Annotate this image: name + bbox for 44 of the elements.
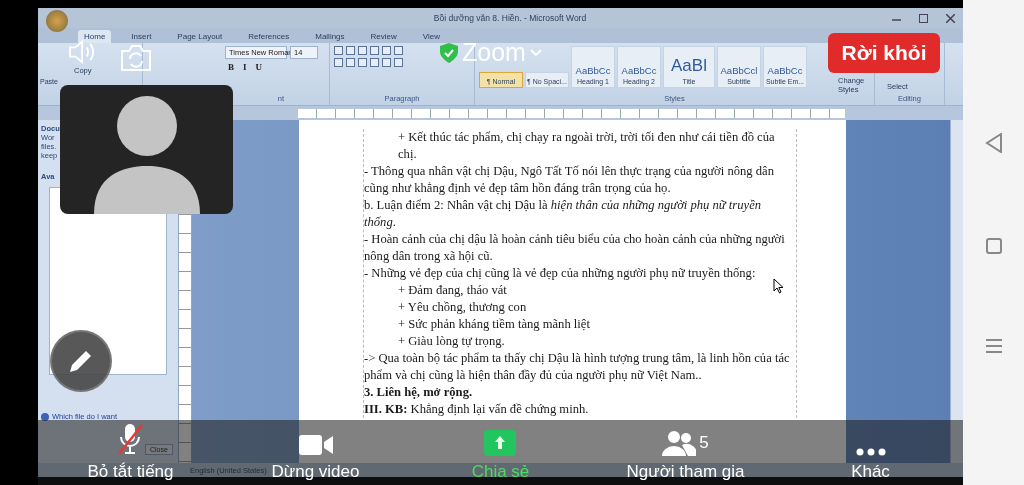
document-paragraph: - Hoàn cảnh của chị dậu là hoàn cảnh tiêu biểu của cho hoàn cảnh của những người nông dân trong xã hội cũ.	[364, 231, 786, 265]
format-button[interactable]: B	[225, 62, 237, 72]
mouse-pointer-icon	[773, 278, 784, 294]
switch-camera-icon[interactable]	[120, 44, 152, 72]
leave-button[interactable]: Rời khỏi	[828, 33, 940, 73]
ribbon-tab[interactable]: Home	[78, 30, 112, 43]
pencil-icon	[68, 348, 94, 374]
more-dots-icon	[855, 448, 886, 456]
document-paragraph: - Những vẻ đẹp của chị cũng là vẻ đẹp của những người phụ nữ truyền thống:	[364, 265, 756, 282]
office-button[interactable]	[46, 10, 68, 32]
avatar-silhouette-icon	[91, 96, 202, 214]
ribbon-tab[interactable]: Page Layout	[171, 30, 229, 43]
document-paragraph: + Kết thúc tác phẩm, chị chạy ra ngoài trời, trời tối đen như cái tiền đồ của chị.	[397, 129, 776, 163]
document-paragraph: - Thông qua nhân vật chị Dậu, Ngô Tất Tố nói lên thực trạng của người nông dân cũng như khẳng định vẻ đẹp tâm hồn đáng trân trọng của họ.	[364, 163, 775, 197]
ribbon-tab[interactable]: Review	[364, 30, 403, 43]
document-paragraph: + Yêu chồng, thương con	[397, 299, 527, 316]
shield-check-icon	[440, 42, 458, 63]
document-paragraph: + Sức phản kháng tiềm tàng mãnh liệt	[397, 316, 590, 333]
ribbon-tab[interactable]: Insert	[125, 30, 158, 43]
help-icon	[41, 412, 49, 421]
document-paragraph: III. KB: Khẳng định lại vấn đề chứng minh.	[364, 401, 589, 418]
document-paragraph: 3. Liên hệ, mở rộng.	[364, 384, 473, 401]
participant-count: 5	[699, 433, 709, 453]
participants-icon	[662, 430, 697, 456]
document-paragraph: + Đảm đang, tháo vát	[397, 282, 507, 299]
toolbar-button[interactable]: Khác	[851, 448, 890, 485]
document-paragraph: b. Luận điểm 2: Nhân vật chị Dậu là hiện thân của những người phụ nữ truyền thống.	[364, 197, 763, 231]
close-icon[interactable]	[946, 13, 955, 23]
maximize-icon[interactable]	[919, 13, 928, 23]
format-button[interactable]: I	[240, 62, 250, 72]
window-title: Bồi dưỡng văn 8. Hiền. - Microsoft Word	[432, 13, 588, 23]
vertical-scrollbar[interactable]	[950, 120, 963, 463]
document-paragraph: -> Qua toàn bộ tác phẩm ta thấy chị Dậu là hình tượng trung tâm, là linh hồn của tác phẩm và chị cũng là hiện thân đầy đủ của người phụ nữ Việt Nam..	[364, 350, 791, 384]
home-square-icon[interactable]	[985, 237, 1002, 254]
document-paragraph: + Giàu lòng tự trọng.	[397, 333, 505, 350]
toolbar-button[interactable]: Dừng video	[271, 434, 360, 485]
share-screen-icon	[484, 430, 517, 456]
ribbon-tab[interactable]: Mailings	[309, 30, 351, 43]
ribbon-tab[interactable]: View	[416, 30, 446, 43]
back-icon[interactable]	[984, 132, 1003, 153]
format-button[interactable]: U	[252, 62, 266, 72]
recent-apps-icon[interactable]	[985, 338, 1002, 353]
ribbon-tab[interactable]: References	[242, 30, 296, 43]
toolbar-button[interactable]: 5 Người tham gia	[626, 430, 745, 485]
